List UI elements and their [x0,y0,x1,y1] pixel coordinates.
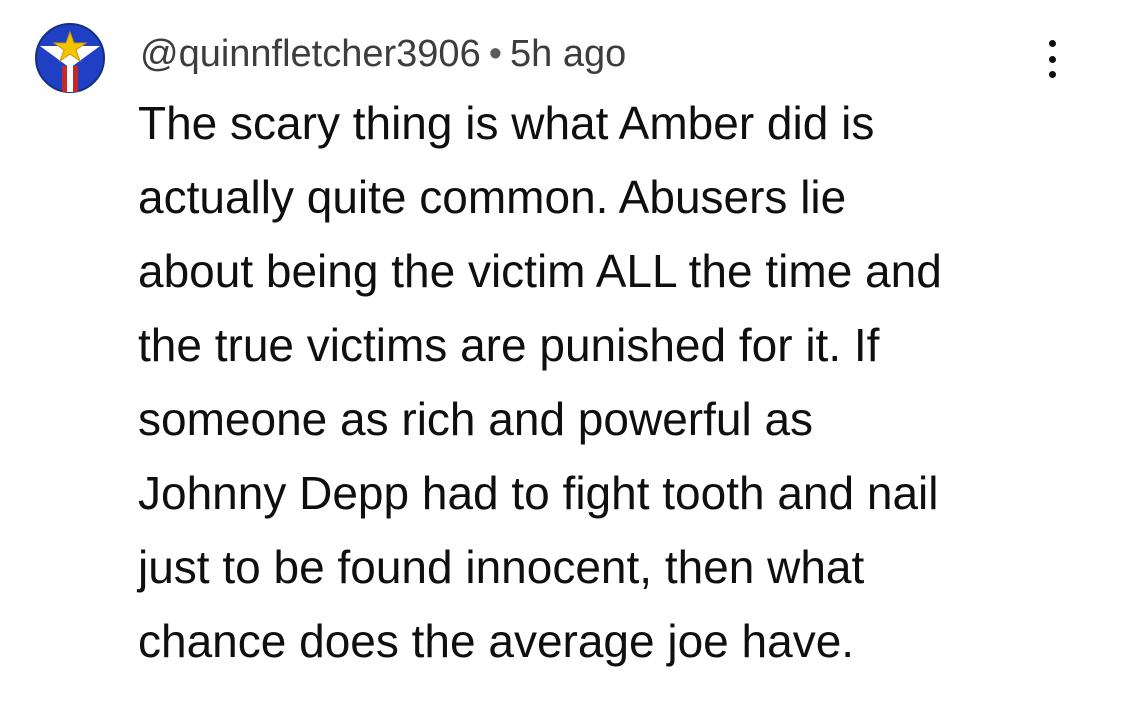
author-handle[interactable]: @quinnfletcher3906 [140,33,481,75]
separator-dot: • [488,33,503,75]
more-options-button[interactable] [1034,36,1070,82]
comment-line: Johnny Depp had to fight tooth and nail [138,467,939,519]
comment-line: actually quite common. Abusers lie [138,171,847,223]
comment-header: @quinnfletcher3906 • 5h ago [140,30,626,78]
comment-line: the true victims are punished for it. If [138,319,880,371]
ellipsis-dot [1048,55,1056,63]
vertical-ellipsis-icon [1048,40,1056,47]
comment-line: someone as rich and powerful as [138,393,814,445]
comment-line: The scary thing is what Amber did is [138,97,875,149]
avatar[interactable] [34,22,106,94]
comment-text: The scary thing is what Amber did is act… [138,86,1058,678]
ellipsis-dot [1048,71,1056,78]
star-emblem-avatar-icon [35,23,105,93]
comment-line: chance does the average joe have. [138,615,855,667]
timestamp[interactable]: 5h ago [510,33,626,75]
comment-line: about being the victim ALL the time and [138,245,942,297]
comment-line: just to be found innocent, then what [138,541,865,593]
comment-card: @quinnfletcher3906 • 5h ago The scary thin… [0,0,1124,722]
